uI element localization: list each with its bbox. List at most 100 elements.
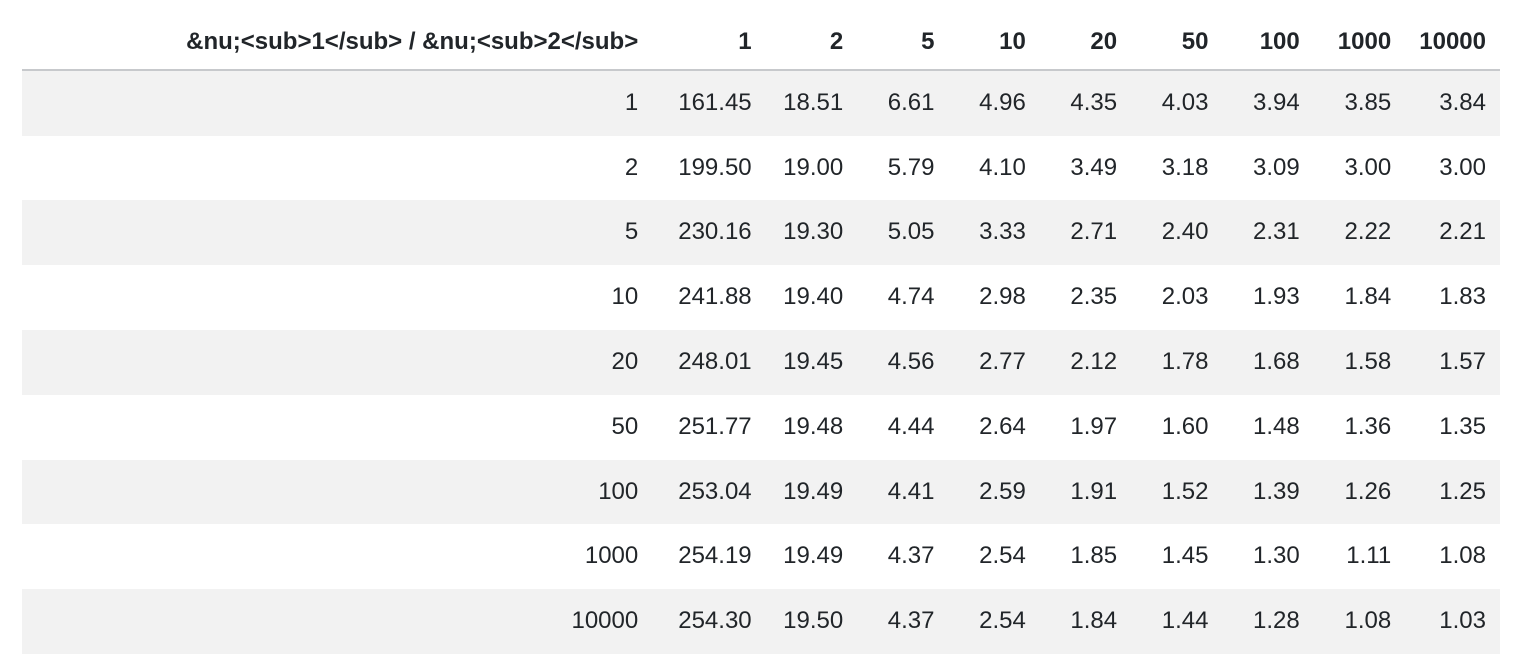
cell: 19.00 [766, 136, 858, 201]
cell: 1.91 [1040, 460, 1131, 525]
col-header: 1 [664, 16, 765, 70]
cell: 1.68 [1222, 330, 1313, 395]
row-header: 1000 [22, 524, 664, 589]
cell: 241.88 [664, 265, 765, 330]
cell: 2.77 [949, 330, 1040, 395]
cell: 2.54 [949, 589, 1040, 654]
row-header: 50 [22, 395, 664, 460]
cell: 2.40 [1131, 200, 1222, 265]
cell: 1.30 [1222, 524, 1313, 589]
col-header: 5 [857, 16, 948, 70]
cell: 4.35 [1040, 70, 1131, 136]
cell: 248.01 [664, 330, 765, 395]
cell: 1.26 [1314, 460, 1405, 525]
row-header: 5 [22, 200, 664, 265]
table-wrapper: &nu;<sub>1</sub> / &nu;<sub>2</sub> 1 2 … [0, 0, 1522, 664]
cell: 19.30 [766, 200, 858, 265]
cell: 4.44 [857, 395, 948, 460]
cell: 6.61 [857, 70, 948, 136]
cell: 2.59 [949, 460, 1040, 525]
table-row: 2 199.50 19.00 5.79 4.10 3.49 3.18 3.09 … [22, 136, 1500, 201]
row-header: 10 [22, 265, 664, 330]
row-header: 2 [22, 136, 664, 201]
cell: 1.48 [1222, 395, 1313, 460]
cell: 3.00 [1405, 136, 1500, 201]
cell: 2.22 [1314, 200, 1405, 265]
cell: 199.50 [664, 136, 765, 201]
cell: 4.96 [949, 70, 1040, 136]
cell: 1.08 [1314, 589, 1405, 654]
cell: 161.45 [664, 70, 765, 136]
cell: 19.49 [766, 524, 858, 589]
cell: 1.52 [1131, 460, 1222, 525]
cell: 1.25 [1405, 460, 1500, 525]
cell: 3.85 [1314, 70, 1405, 136]
cell: 1.85 [1040, 524, 1131, 589]
cell: 4.10 [949, 136, 1040, 201]
col-header: 100 [1222, 16, 1313, 70]
table-row: 100 253.04 19.49 4.41 2.59 1.91 1.52 1.3… [22, 460, 1500, 525]
col-header: 10 [949, 16, 1040, 70]
cell: 2.31 [1222, 200, 1313, 265]
cell: 5.05 [857, 200, 948, 265]
cell: 4.37 [857, 524, 948, 589]
f-distribution-table: &nu;<sub>1</sub> / &nu;<sub>2</sub> 1 2 … [22, 16, 1500, 654]
cell: 19.48 [766, 395, 858, 460]
cell: 19.40 [766, 265, 858, 330]
cell: 19.50 [766, 589, 858, 654]
cell: 1.57 [1405, 330, 1500, 395]
table-row: 10 241.88 19.40 4.74 2.98 2.35 2.03 1.93… [22, 265, 1500, 330]
cell: 1.78 [1131, 330, 1222, 395]
col-header: 1000 [1314, 16, 1405, 70]
cell: 2.12 [1040, 330, 1131, 395]
cell: 1.36 [1314, 395, 1405, 460]
col-header: 20 [1040, 16, 1131, 70]
cell: 1.84 [1314, 265, 1405, 330]
cell: 254.19 [664, 524, 765, 589]
cell: 1.44 [1131, 589, 1222, 654]
row-header: 1 [22, 70, 664, 136]
cell: 230.16 [664, 200, 765, 265]
cell: 2.71 [1040, 200, 1131, 265]
cell: 3.09 [1222, 136, 1313, 201]
cell: 254.30 [664, 589, 765, 654]
row-header: 100 [22, 460, 664, 525]
row-header: 20 [22, 330, 664, 395]
cell: 1.08 [1405, 524, 1500, 589]
cell: 1.93 [1222, 265, 1313, 330]
cell: 251.77 [664, 395, 765, 460]
cell: 1.35 [1405, 395, 1500, 460]
cell: 4.37 [857, 589, 948, 654]
col-header: 2 [766, 16, 858, 70]
cell: 2.98 [949, 265, 1040, 330]
col-header: 50 [1131, 16, 1222, 70]
table-header-row: &nu;<sub>1</sub> / &nu;<sub>2</sub> 1 2 … [22, 16, 1500, 70]
cell: 1.28 [1222, 589, 1313, 654]
cell: 2.03 [1131, 265, 1222, 330]
cell: 1.58 [1314, 330, 1405, 395]
cell: 1.60 [1131, 395, 1222, 460]
table-row: 10000 254.30 19.50 4.37 2.54 1.84 1.44 1… [22, 589, 1500, 654]
table-row: 1000 254.19 19.49 4.37 2.54 1.85 1.45 1.… [22, 524, 1500, 589]
cell: 2.21 [1405, 200, 1500, 265]
cell: 2.35 [1040, 265, 1131, 330]
cell: 4.74 [857, 265, 948, 330]
cell: 1.84 [1040, 589, 1131, 654]
cell: 1.45 [1131, 524, 1222, 589]
cell: 5.79 [857, 136, 948, 201]
cell: 19.45 [766, 330, 858, 395]
cell: 1.97 [1040, 395, 1131, 460]
cell: 1.03 [1405, 589, 1500, 654]
table-row: 20 248.01 19.45 4.56 2.77 2.12 1.78 1.68… [22, 330, 1500, 395]
table-row: 1 161.45 18.51 6.61 4.96 4.35 4.03 3.94 … [22, 70, 1500, 136]
table-row: 5 230.16 19.30 5.05 3.33 2.71 2.40 2.31 … [22, 200, 1500, 265]
cell: 3.49 [1040, 136, 1131, 201]
cell: 2.54 [949, 524, 1040, 589]
table-row: 50 251.77 19.48 4.44 2.64 1.97 1.60 1.48… [22, 395, 1500, 460]
cell: 3.94 [1222, 70, 1313, 136]
cell: 18.51 [766, 70, 858, 136]
table-body: 1 161.45 18.51 6.61 4.96 4.35 4.03 3.94 … [22, 70, 1500, 654]
cell: 19.49 [766, 460, 858, 525]
cell: 3.00 [1314, 136, 1405, 201]
cell: 3.84 [1405, 70, 1500, 136]
